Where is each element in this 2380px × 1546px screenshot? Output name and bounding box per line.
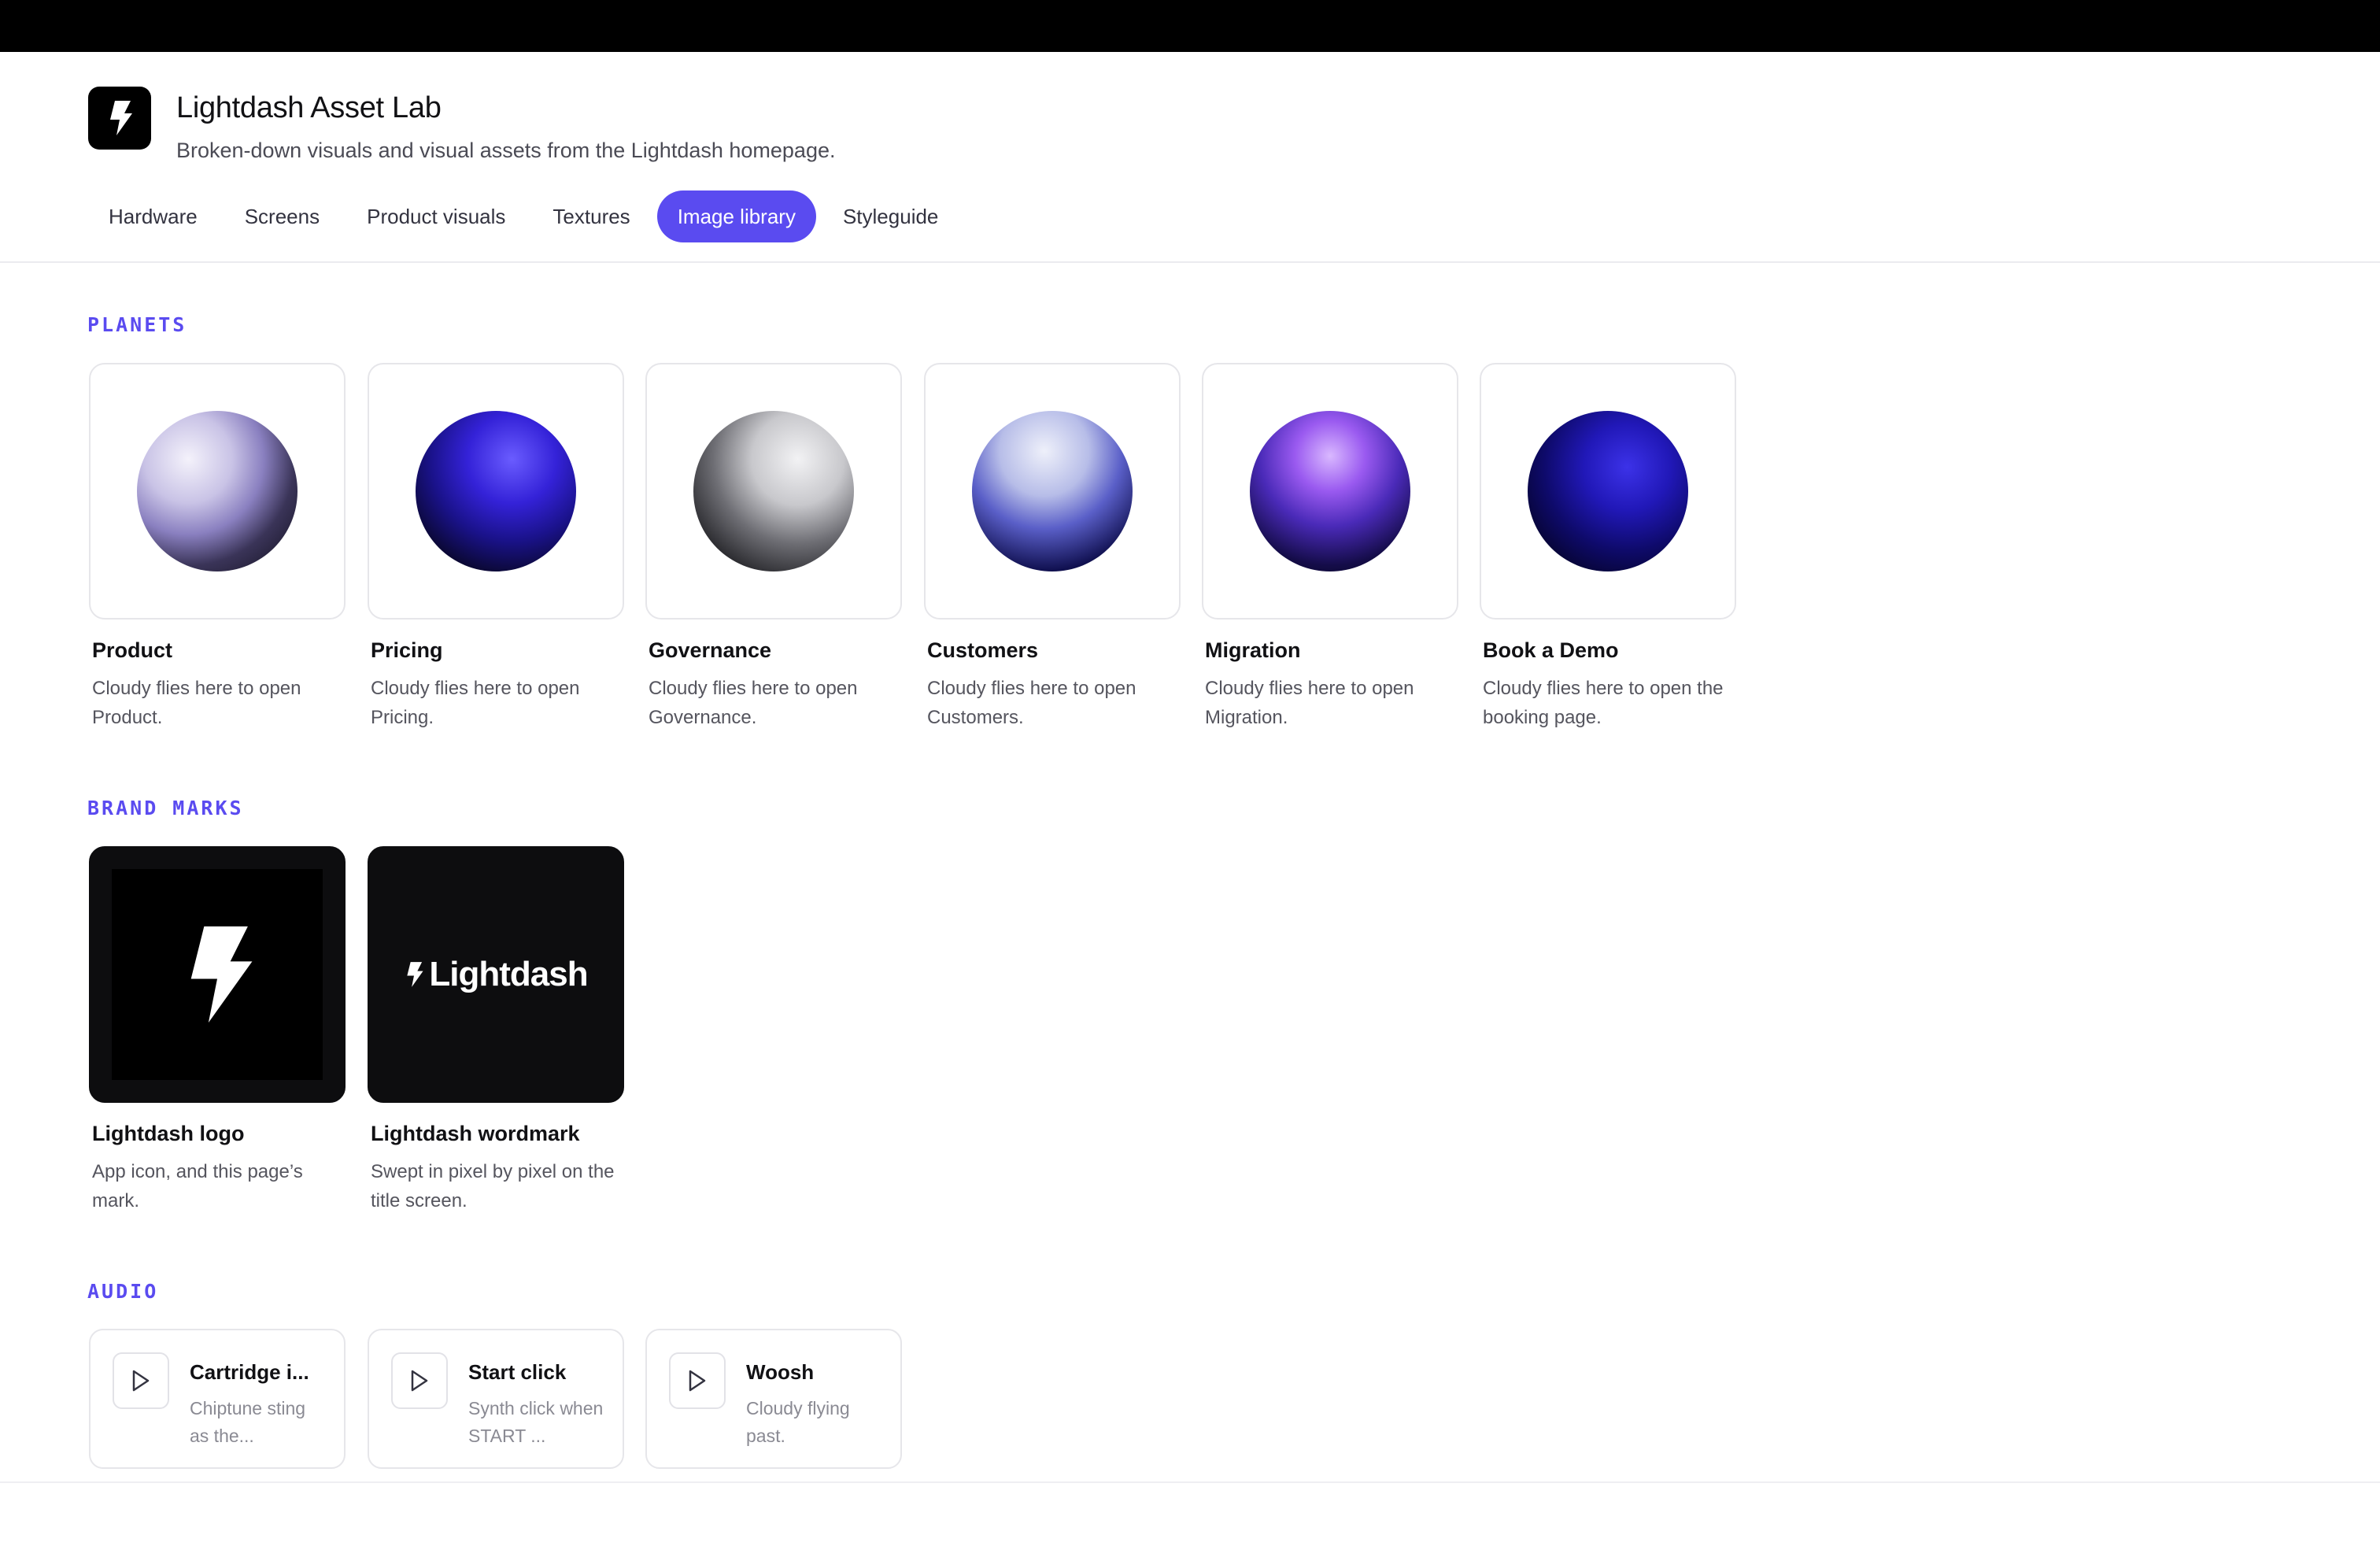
lightning-bolt-icon bbox=[88, 87, 151, 150]
planet-tile[interactable] bbox=[1480, 363, 1736, 620]
tab-image-library[interactable]: Image library bbox=[656, 190, 816, 242]
card-description: Cloudy flies here to open Customers. bbox=[927, 678, 1136, 728]
app-title: Lightdash Asset Lab bbox=[176, 91, 442, 124]
card-title: Governance bbox=[649, 638, 772, 662]
planet-governance-image bbox=[693, 411, 854, 571]
card-description: Swept in pixel by pixel on the title scr… bbox=[371, 1161, 615, 1211]
card-description: Cloudy flies here to open Product. bbox=[92, 678, 301, 728]
tab-bar: Hardware Screens Product visuals Texture… bbox=[88, 190, 959, 242]
planet-book-a-demo-image bbox=[1528, 411, 1688, 571]
planet-tile[interactable] bbox=[924, 363, 1181, 620]
card-title: Lightdash wordmark bbox=[371, 1122, 580, 1145]
planet-card-governance[interactable]: Governance Cloudy flies here to open Gov… bbox=[645, 363, 902, 732]
section-title-audio: AUDIO bbox=[87, 1280, 159, 1303]
audio-card-start-click: Start click Synth click when START ... bbox=[368, 1329, 624, 1469]
planet-card-migration[interactable]: Migration Cloudy flies here to open Migr… bbox=[1202, 363, 1458, 732]
lightning-bolt-icon bbox=[407, 962, 423, 987]
card-title: Lightdash logo bbox=[92, 1122, 245, 1145]
brand-card-logo[interactable]: Lightdash logo App icon, and this page’s… bbox=[89, 846, 346, 1215]
tab-hardware[interactable]: Hardware bbox=[88, 190, 218, 242]
tab-product-visuals[interactable]: Product visuals bbox=[346, 190, 526, 242]
page-header: Lightdash Asset Lab Broken-down visuals … bbox=[0, 52, 2380, 263]
audio-description: Cloudy flying past. bbox=[746, 1398, 850, 1446]
audio-card-cartridge: Cartridge i... Chiptune sting as the... bbox=[89, 1329, 346, 1469]
planet-tile[interactable] bbox=[645, 363, 902, 620]
window-top-bar bbox=[0, 0, 2380, 52]
planet-card-pricing[interactable]: Pricing Cloudy flies here to open Pricin… bbox=[368, 363, 624, 732]
planet-migration-image bbox=[1250, 411, 1410, 571]
audio-description: Synth click when START ... bbox=[468, 1398, 604, 1446]
audio-card-woosh: Woosh Cloudy flying past. bbox=[645, 1329, 902, 1469]
play-icon bbox=[132, 1370, 150, 1392]
planet-tile[interactable] bbox=[1202, 363, 1458, 620]
tab-textures[interactable]: Textures bbox=[532, 190, 650, 242]
play-icon bbox=[411, 1370, 428, 1392]
card-title: Migration bbox=[1205, 638, 1301, 662]
planet-customers-image bbox=[972, 411, 1133, 571]
card-title: Product bbox=[92, 638, 173, 662]
card-description: Cloudy flies here to open Governance. bbox=[649, 678, 858, 728]
lightning-bolt-icon bbox=[112, 869, 323, 1080]
play-icon bbox=[689, 1370, 706, 1392]
audio-title: Start click bbox=[468, 1360, 567, 1384]
play-button[interactable] bbox=[113, 1352, 169, 1409]
card-description: Cloudy flies here to open the booking pa… bbox=[1483, 678, 1724, 728]
planet-tile[interactable] bbox=[368, 363, 624, 620]
wordmark-image: Lightdash bbox=[404, 955, 589, 994]
card-description: App icon, and this page’s mark. bbox=[92, 1161, 303, 1211]
card-description: Cloudy flies here to open Pricing. bbox=[371, 678, 580, 728]
wordmark-text: Lightdash bbox=[429, 955, 588, 993]
card-description: Cloudy flies here to open Migration. bbox=[1205, 678, 1414, 728]
tab-screens[interactable]: Screens bbox=[224, 190, 340, 242]
section-title-brand-marks: BRAND MARKS bbox=[87, 797, 244, 819]
card-title: Pricing bbox=[371, 638, 443, 662]
brand-tile[interactable] bbox=[89, 846, 346, 1103]
card-title: Customers bbox=[927, 638, 1039, 662]
planet-card-product[interactable]: Product Cloudy flies here to open Produc… bbox=[89, 363, 346, 732]
audio-description: Chiptune sting as the... bbox=[190, 1398, 306, 1446]
planet-card-book-a-demo[interactable]: Book a Demo Cloudy flies here to open th… bbox=[1480, 363, 1736, 732]
audio-title: Cartridge i... bbox=[190, 1360, 309, 1384]
planet-tile[interactable] bbox=[89, 363, 346, 620]
planet-pricing-image bbox=[416, 411, 576, 571]
planet-product-image bbox=[137, 411, 298, 571]
brand-card-wordmark[interactable]: Lightdash Lightdash wordmark Swept in pi… bbox=[368, 846, 624, 1215]
play-button[interactable] bbox=[391, 1352, 448, 1409]
app-subtitle: Broken-down visuals and visual assets fr… bbox=[176, 139, 836, 162]
audio-title: Woosh bbox=[746, 1360, 815, 1384]
tab-styleguide[interactable]: Styleguide bbox=[822, 190, 959, 242]
planet-card-customers[interactable]: Customers Cloudy flies here to open Cust… bbox=[924, 363, 1181, 732]
section-title-planets: PLANETS bbox=[87, 313, 187, 336]
brand-tile[interactable]: Lightdash bbox=[368, 846, 624, 1103]
play-button[interactable] bbox=[669, 1352, 726, 1409]
card-title: Book a Demo bbox=[1483, 638, 1619, 662]
footer-divider bbox=[0, 1481, 2380, 1483]
